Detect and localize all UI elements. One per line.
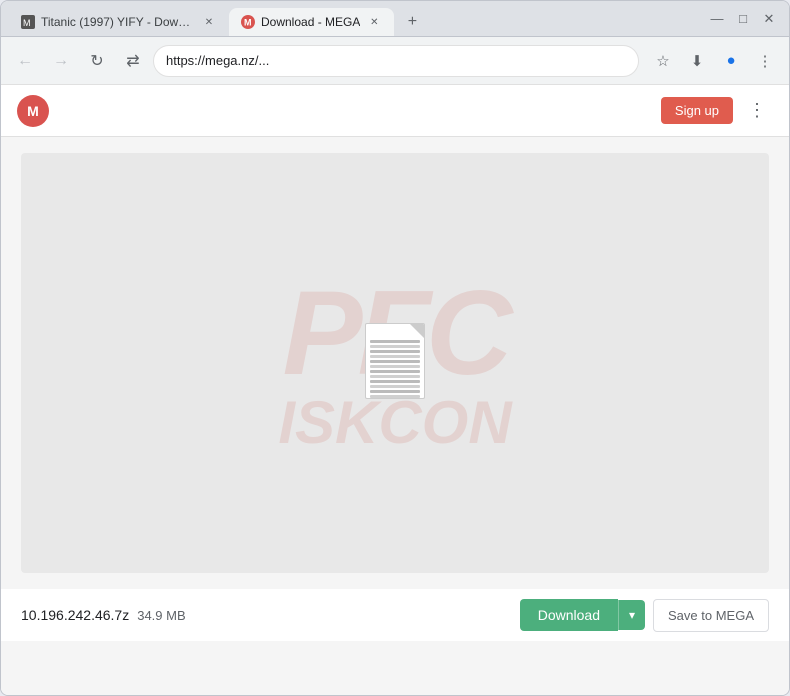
reload-button[interactable]: ↻ [81,45,113,77]
tabs-container: M Titanic (1997) YIFY - Download... ✕ M … [9,1,693,36]
new-tab-button[interactable]: + [398,8,426,36]
address-bar-actions: ☆ ⬇ ● ⋮ [647,45,781,77]
mega-menu-button[interactable]: ⋮ [741,95,773,127]
stripe-6 [370,365,420,368]
download-arrow-button[interactable]: ▾ [618,600,645,630]
download-button[interactable]: Download [520,599,618,631]
file-preview-container: PFC ISKCON [21,153,769,573]
save-to-mega-button[interactable]: Save to MEGA [653,599,769,632]
file-name: 10.196.242.46.7z [21,607,129,623]
page-content: M Sign up ⋮ PFC ISKCON [1,85,789,695]
window-controls: — □ ✕ [705,7,781,31]
minimize-button[interactable]: — [705,7,729,31]
stripe-1 [370,340,420,343]
signup-button[interactable]: Sign up [661,97,733,124]
file-icon-stripes [366,324,424,399]
translate-button[interactable]: ⇄ [117,45,149,77]
tab1-close-btn[interactable]: ✕ [201,14,217,30]
stripe-5 [370,360,420,363]
download-page-button[interactable]: ⬇ [681,45,713,77]
tab1-favicon: M [21,15,35,29]
stripe-8 [370,375,420,378]
stripe-12 [370,395,420,398]
file-size: 34.9 MB [137,608,185,623]
bookmark-button[interactable]: ☆ [647,45,679,77]
tab2-title: Download - MEGA [261,15,360,29]
tab2-favicon: M [241,15,255,29]
maximize-button[interactable]: □ [731,7,755,31]
file-actions: Download ▾ Save to MEGA [520,599,769,632]
close-button[interactable]: ✕ [757,7,781,31]
file-icon [365,323,425,399]
tab2-close-btn[interactable]: ✕ [366,14,382,30]
svg-text:M: M [244,18,252,28]
browser-window: M Titanic (1997) YIFY - Download... ✕ M … [0,0,790,696]
url-text: https://mega.nz/... [166,53,626,68]
mega-logo: M [17,95,49,127]
stripe-2 [370,345,420,348]
file-info: 10.196.242.46.7z 34.9 MB [21,607,186,623]
tab-mega-download[interactable]: M Download - MEGA ✕ [229,8,394,36]
mega-header: M Sign up ⋮ [1,85,789,137]
file-icon-wrapper [365,323,425,403]
stripe-4 [370,355,420,358]
mega-header-right: Sign up ⋮ [661,95,773,127]
address-bar-row: ← → ↻ ⇄ https://mega.nz/... ☆ ⬇ ● ⋮ [1,37,789,85]
stripe-3 [370,350,420,353]
stripe-9 [370,380,420,383]
stripe-7 [370,370,420,373]
stripe-11 [370,390,420,393]
stripe-10 [370,385,420,388]
tab1-title: Titanic (1997) YIFY - Download... [41,15,195,29]
address-bar[interactable]: https://mega.nz/... [153,45,639,77]
forward-button[interactable]: → [45,45,77,77]
file-bottom-bar: 10.196.242.46.7z 34.9 MB Download ▾ Save… [1,589,789,641]
profile-button[interactable]: ● [715,45,747,77]
title-bar: M Titanic (1997) YIFY - Download... ✕ M … [1,1,789,37]
tab-titanic[interactable]: M Titanic (1997) YIFY - Download... ✕ [9,8,229,36]
chrome-menu-button[interactable]: ⋮ [749,45,781,77]
back-button[interactable]: ← [9,45,41,77]
svg-text:M: M [23,18,31,28]
